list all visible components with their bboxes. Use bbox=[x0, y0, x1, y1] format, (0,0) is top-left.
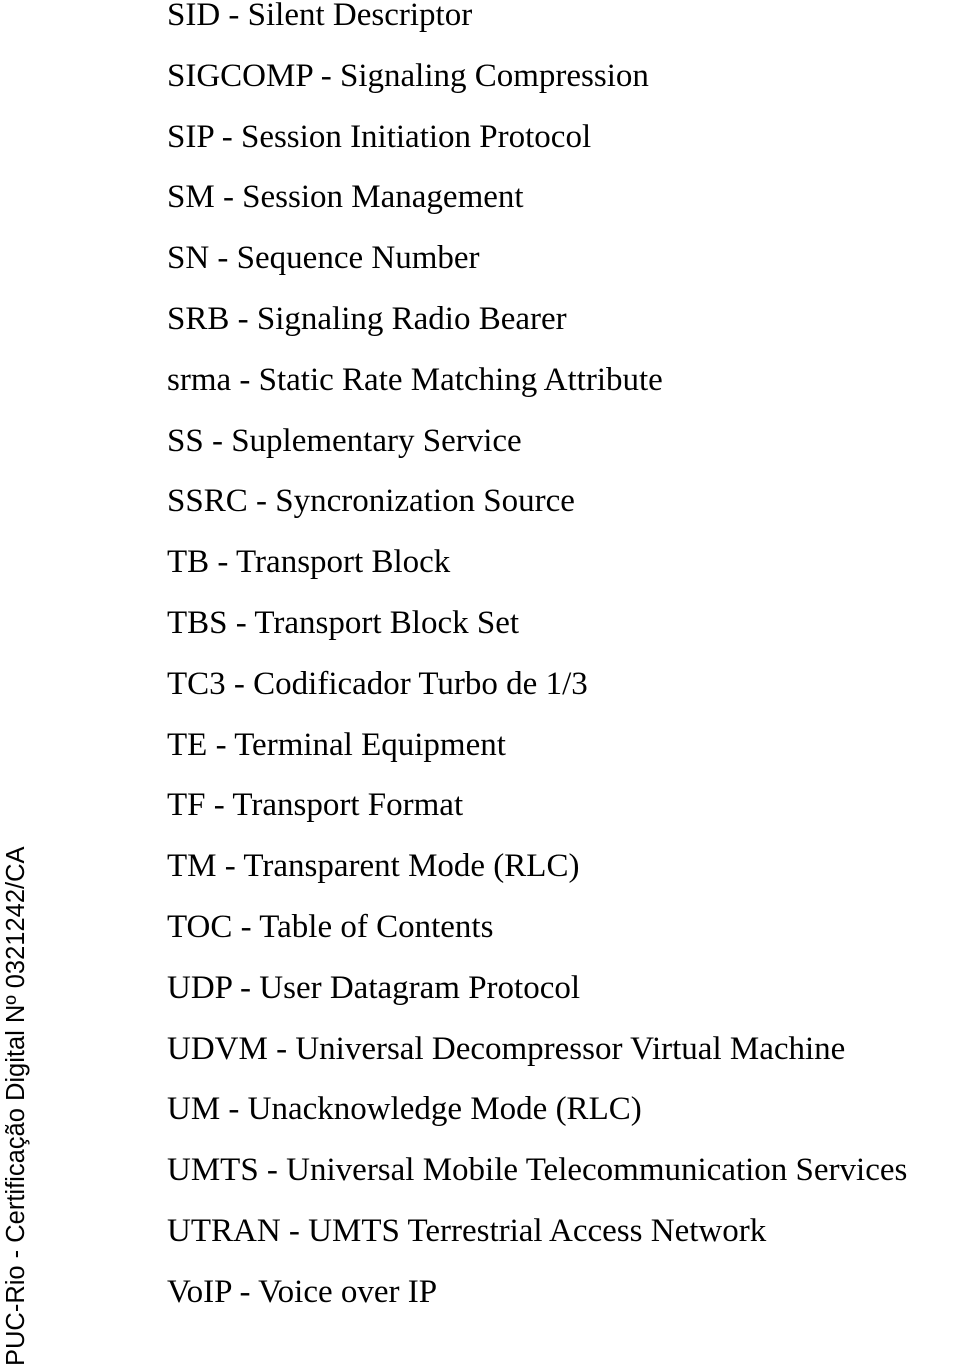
abbreviation-entry: TM - Transparent Mode (RLC) bbox=[167, 848, 580, 885]
abbreviation-entry: UDP - User Datagram Protocol bbox=[167, 969, 581, 1006]
abbreviation-entry: UM - Unacknowledge Mode (RLC) bbox=[167, 1091, 642, 1128]
abbreviation-entry: TC3 - Codificador Turbo de 1/3 bbox=[167, 665, 588, 702]
certification-watermark: PUC-Rio - Certificação Digital Nº 032124… bbox=[2, 846, 30, 1366]
abbreviation-entry: UMTS - Universal Mobile Telecommunicatio… bbox=[167, 1152, 908, 1189]
abbreviation-entry: SRB - Signaling Radio Bearer bbox=[167, 300, 567, 337]
abbreviation-entry: SID - Silent Descriptor bbox=[167, 0, 473, 33]
abbreviation-entry: TOC - Table of Contents bbox=[167, 908, 494, 945]
abbreviation-entry: UDVM - Universal Decompressor Virtual Ma… bbox=[167, 1030, 846, 1067]
abbreviation-entry: SIP - Session Initiation Protocol bbox=[167, 118, 592, 155]
abbreviation-entry: srma - Static Rate Matching Attribute bbox=[167, 361, 663, 398]
abbreviation-entry: TF - Transport Format bbox=[167, 787, 464, 824]
abbreviation-entry: SN - Sequence Number bbox=[167, 240, 480, 277]
abbreviation-entry: SIGCOMP - Signaling Compression bbox=[167, 57, 649, 94]
abbreviation-entry: SS - Suplementary Service bbox=[167, 422, 522, 459]
abbreviation-entry: SSRC - Syncronization Source bbox=[167, 483, 575, 520]
abbreviation-entry: TE - Terminal Equipment bbox=[167, 726, 506, 763]
abbreviation-entry: TB - Transport Block bbox=[167, 544, 451, 581]
abbreviation-entry: TBS - Transport Block Set bbox=[167, 604, 520, 641]
abbreviation-list: SID - Silent Descriptor SIGCOMP - Signali… bbox=[167, 0, 907, 1323]
abbreviation-entry: UTRAN - UMTS Terrestrial Access Network bbox=[167, 1212, 767, 1249]
abbreviation-entry: VoIP - Voice over IP bbox=[167, 1273, 438, 1310]
abbreviation-entry: SM - Session Management bbox=[167, 179, 524, 216]
